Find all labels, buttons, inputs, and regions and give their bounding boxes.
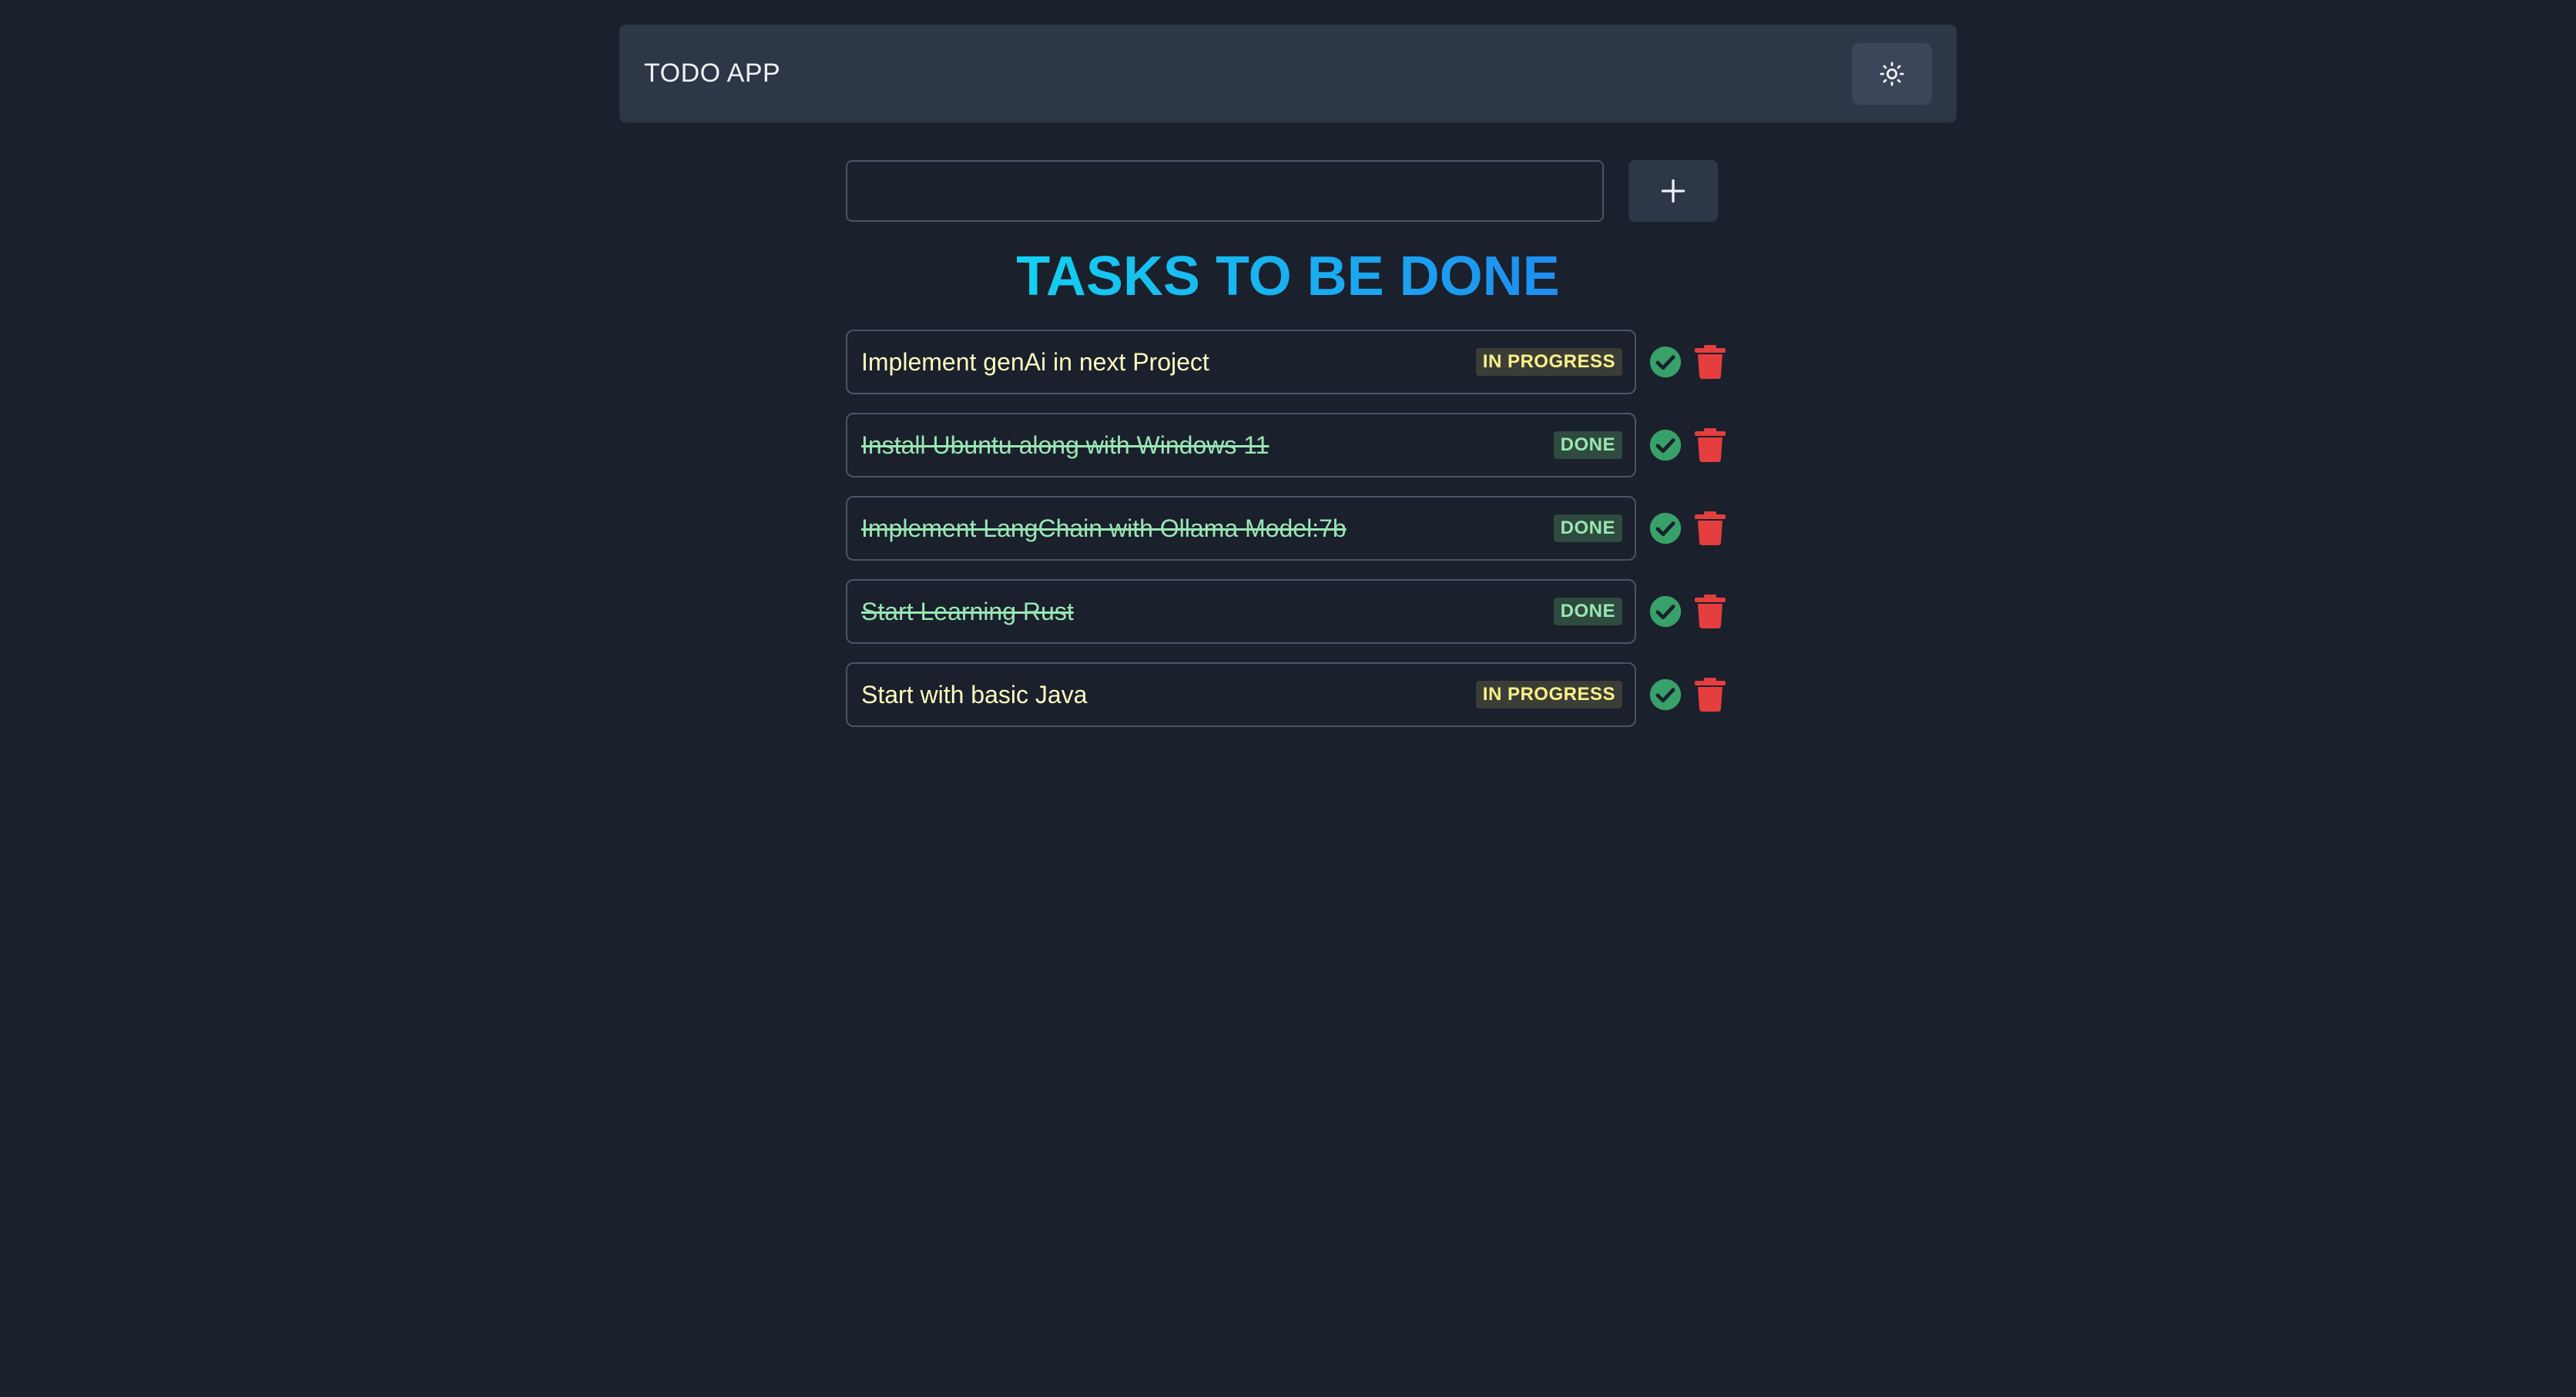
page-heading-text: TASKS TO BE DONE [1016, 246, 1560, 307]
theme-toggle-button[interactable] [1852, 42, 1932, 105]
delete-task-button[interactable] [1682, 678, 1726, 712]
task-text: Implement genAi in next Project [861, 347, 1209, 376]
complete-task-button[interactable] [1636, 595, 1682, 628]
check-circle-icon [1649, 678, 1682, 711]
complete-task-button[interactable] [1636, 511, 1682, 545]
status-badge: DONE [1553, 431, 1622, 459]
trash-icon [1695, 595, 1726, 628]
task-row: Start with basic Java IN PROGRESS [846, 662, 1726, 727]
navbar: TODO APP [619, 25, 1957, 122]
task-text: Install Ubuntu along with Windows 11 [861, 430, 1270, 459]
new-task-form [846, 160, 1718, 222]
task-text: Implement LangChain with Ollama Model:7b [861, 514, 1347, 542]
task-row: Implement genAi in next Project IN PROGR… [846, 330, 1726, 394]
task-row: Implement LangChain with Ollama Model:7b… [846, 496, 1726, 561]
delete-task-button[interactable] [1682, 345, 1726, 379]
new-task-input[interactable] [846, 160, 1604, 222]
trash-icon [1695, 678, 1726, 712]
task-list: Implement genAi in next Project IN PROGR… [846, 330, 1726, 745]
complete-task-button[interactable] [1636, 428, 1682, 462]
page-heading: TASKS TO BE DONE [0, 242, 2576, 311]
complete-task-button[interactable] [1636, 345, 1682, 379]
check-circle-icon [1649, 512, 1682, 544]
trash-icon [1695, 511, 1726, 545]
sun-icon [1880, 61, 1904, 86]
app-title: TODO APP [644, 59, 781, 88]
task-item[interactable]: Implement LangChain with Ollama Model:7b… [846, 496, 1636, 561]
task-row: Start Learning Rust DONE [846, 579, 1726, 644]
check-circle-icon [1649, 429, 1682, 461]
add-task-button[interactable] [1628, 160, 1718, 222]
status-badge: DONE [1553, 514, 1622, 542]
trash-icon [1695, 428, 1726, 462]
status-badge: IN PROGRESS [1475, 681, 1622, 709]
task-item[interactable]: Start with basic Java IN PROGRESS [846, 662, 1636, 727]
task-item[interactable]: Start Learning Rust DONE [846, 579, 1636, 644]
delete-task-button[interactable] [1682, 428, 1726, 462]
status-badge: IN PROGRESS [1475, 348, 1622, 376]
task-text: Start Learning Rust [861, 597, 1074, 625]
task-text: Start with basic Java [861, 680, 1088, 709]
complete-task-button[interactable] [1636, 678, 1682, 712]
check-circle-icon [1649, 346, 1682, 378]
task-row: Install Ubuntu along with Windows 11 DON… [846, 413, 1726, 477]
check-circle-icon [1649, 595, 1682, 628]
task-item[interactable]: Install Ubuntu along with Windows 11 DON… [846, 413, 1636, 477]
trash-icon [1695, 345, 1726, 379]
task-item[interactable]: Implement genAi in next Project IN PROGR… [846, 330, 1636, 394]
plus-icon [1661, 179, 1685, 203]
delete-task-button[interactable] [1682, 511, 1726, 545]
delete-task-button[interactable] [1682, 595, 1726, 628]
status-badge: DONE [1553, 598, 1622, 625]
